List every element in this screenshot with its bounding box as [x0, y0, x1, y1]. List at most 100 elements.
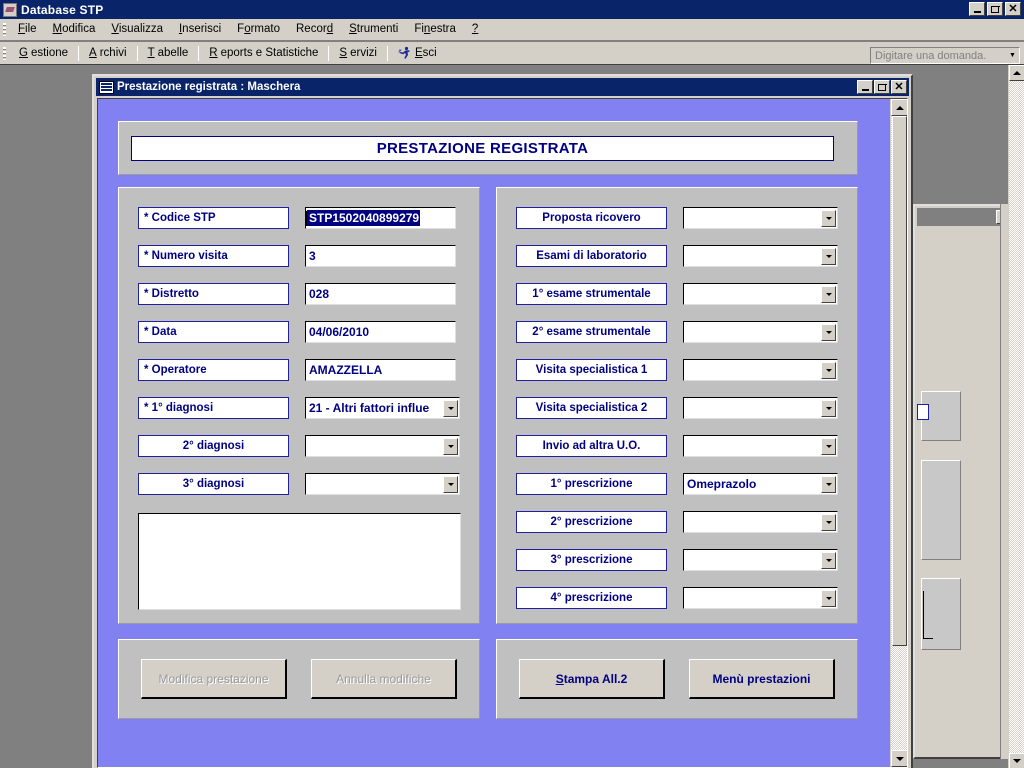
label-invio-ad-altra-uo: Invio ad altra U.O.: [516, 435, 667, 457]
chevron-down-icon[interactable]: [443, 475, 458, 493]
mdi-vertical-scrollbar[interactable]: [1008, 65, 1024, 768]
field-numero-visita[interactable]: 3: [305, 245, 456, 267]
combo-1-prescrizione[interactable]: Omeprazolo: [683, 473, 838, 495]
label-proposta-ricovero: Proposta ricovero: [516, 207, 667, 229]
stampa-all2-button[interactable]: Stampa All.2: [519, 659, 665, 699]
annulla-modifiche-button[interactable]: Annulla modifiche: [311, 659, 457, 699]
combo-1-diagnosi-value: 21 - Altri fattori influe: [309, 401, 430, 415]
menu-item-help[interactable]: ?: [464, 21, 486, 37]
menu-item-modifica[interactable]: Modifica: [45, 21, 104, 37]
combo-2-prescrizione[interactable]: [683, 511, 838, 533]
label-visita-specialistica-2: Visita specialistica 2: [516, 397, 667, 419]
combo-3-prescrizione[interactable]: [683, 549, 838, 571]
scroll-up-button[interactable]: [1009, 65, 1024, 81]
chevron-down-icon[interactable]: [821, 209, 836, 227]
toolbar-item-gestione[interactable]: Gestione: [10, 45, 77, 61]
combo-visita-specialistica-1[interactable]: [683, 359, 838, 381]
form-scroll-down-button[interactable]: [891, 750, 907, 767]
label-visita-specialistica-1: Visita specialistica 1: [516, 359, 667, 381]
field-data[interactable]: 04/06/2010: [305, 321, 456, 343]
label-4-prescrizione: 4° prescrizione: [516, 587, 667, 609]
ask-a-question-box[interactable]: Digitare una domanda. ▼: [870, 47, 1020, 64]
menubar: File Modifica Visualizza Inserisci Forma…: [0, 19, 1024, 40]
form-icon: [99, 80, 114, 94]
combo-4-prescrizione[interactable]: [683, 587, 838, 609]
field-operatore[interactable]: AMAZZELLA: [305, 359, 456, 381]
combo-invio-ad-altra-uo[interactable]: [683, 435, 838, 457]
field-distretto[interactable]: 028: [305, 283, 456, 305]
chevron-down-icon[interactable]: [821, 361, 836, 379]
restore-button[interactable]: [987, 2, 1003, 16]
form-title: Prestazione registrata : Maschera: [117, 81, 301, 93]
chevron-down-icon[interactable]: [821, 513, 836, 531]
scroll-down-button[interactable]: [1009, 753, 1024, 768]
menu-item-strumenti[interactable]: Strumenti: [341, 21, 406, 37]
form-client-area: PRESTAZIONE REGISTRATA * Codice STP STP1…: [97, 98, 908, 768]
label-2-diagnosi: 2° diagnosi: [138, 435, 289, 457]
form-minimize-button[interactable]: [857, 80, 873, 94]
chevron-down-icon[interactable]: [821, 399, 836, 417]
chevron-down-icon[interactable]: [821, 247, 836, 265]
chevron-down-icon[interactable]: [443, 437, 458, 455]
close-button[interactable]: ✕: [1005, 2, 1021, 16]
label-1-diagnosi: * 1° diagnosi: [138, 397, 289, 419]
combo-1-diagnosi[interactable]: 21 - Altri fattori influe: [305, 397, 460, 419]
combo-1-esame-strumentale[interactable]: [683, 283, 838, 305]
chevron-down-icon[interactable]: [821, 437, 836, 455]
form-restore-button[interactable]: [874, 80, 890, 94]
chevron-down-icon[interactable]: [821, 323, 836, 341]
menu-item-finestra[interactable]: Finestra: [406, 21, 464, 37]
combo-2-diagnosi[interactable]: [305, 435, 460, 457]
chevron-down-icon[interactable]: [821, 589, 836, 607]
combo-2-esame-strumentale[interactable]: [683, 321, 838, 343]
menu-prestazioni-button[interactable]: Menù prestazioni: [689, 659, 835, 699]
label-1-prescrizione: 1° prescrizione: [516, 473, 667, 495]
form-scrollbar-thumb[interactable]: [892, 116, 907, 646]
toolbar-separator: [198, 45, 200, 61]
form-scroll-up-button[interactable]: [891, 99, 907, 116]
access-database-icon: [3, 2, 17, 17]
menu-item-visualizza[interactable]: Visualizza: [103, 21, 171, 37]
chevron-down-icon[interactable]: [821, 551, 836, 569]
application-window-controls: ✕: [969, 2, 1021, 16]
form-titlebar: Prestazione registrata : Maschera ✕: [96, 78, 909, 96]
toolbar-separator: [386, 45, 388, 61]
label-3-diagnosi: 3° diagnosi: [138, 473, 289, 495]
ask-a-question-text: Digitare una domanda.: [875, 49, 987, 62]
services-panel: Proposta ricovero Esami di laboratorio 1…: [496, 187, 858, 624]
application-title: Database STP: [21, 2, 104, 17]
chevron-down-icon[interactable]: [443, 399, 458, 417]
combo-1-prescrizione-value: Omeprazolo: [687, 477, 757, 491]
menu-item-inserisci[interactable]: Inserisci: [171, 21, 229, 37]
background-window-control: [921, 460, 961, 560]
menu-item-record[interactable]: Record: [288, 21, 341, 37]
toolbar-item-esci[interactable]: Esci: [389, 44, 446, 62]
combo-3-diagnosi[interactable]: [305, 473, 460, 495]
form-vertical-scrollbar[interactable]: [890, 99, 907, 767]
chevron-down-icon[interactable]: [821, 285, 836, 303]
notes-memo-field[interactable]: [138, 513, 461, 610]
combo-proposta-ricovero[interactable]: [683, 207, 838, 229]
field-codice-stp-value: STP1502040899279: [307, 210, 421, 226]
toolbar-item-servizi[interactable]: Servizi: [330, 45, 386, 61]
form-close-button[interactable]: ✕: [891, 80, 907, 94]
toolbar-item-reports-e-statistiche[interactable]: Reports e Statistiche: [200, 45, 327, 61]
minimize-button[interactable]: [969, 2, 985, 16]
toolbar-item-tabelle[interactable]: Tabelle: [139, 45, 198, 61]
toolbar-item-archivi[interactable]: Archivi: [80, 45, 136, 61]
banner-panel: PRESTAZIONE REGISTRATA: [118, 121, 858, 175]
combo-visita-specialistica-2[interactable]: [683, 397, 838, 419]
toolbar-grip[interactable]: [3, 46, 6, 60]
chevron-down-icon[interactable]: ▼: [1006, 52, 1019, 59]
menu-item-formato[interactable]: Formato: [229, 21, 288, 37]
label-2-prescrizione: 2° prescrizione: [516, 511, 667, 533]
chevron-down-icon[interactable]: [821, 475, 836, 493]
field-codice-stp[interactable]: STP1502040899279: [305, 207, 456, 229]
label-3-prescrizione: 3° prescrizione: [516, 549, 667, 571]
modifica-prestazione-button[interactable]: Modifica prestazione: [141, 659, 287, 699]
combo-esami-di-laboratorio[interactable]: [683, 245, 838, 267]
patient-details-panel: * Codice STP STP1502040899279 * Numero v…: [118, 187, 480, 624]
menu-item-file[interactable]: File: [10, 21, 45, 37]
page-title: PRESTAZIONE REGISTRATA: [131, 136, 834, 161]
menubar-grip[interactable]: [3, 22, 6, 36]
